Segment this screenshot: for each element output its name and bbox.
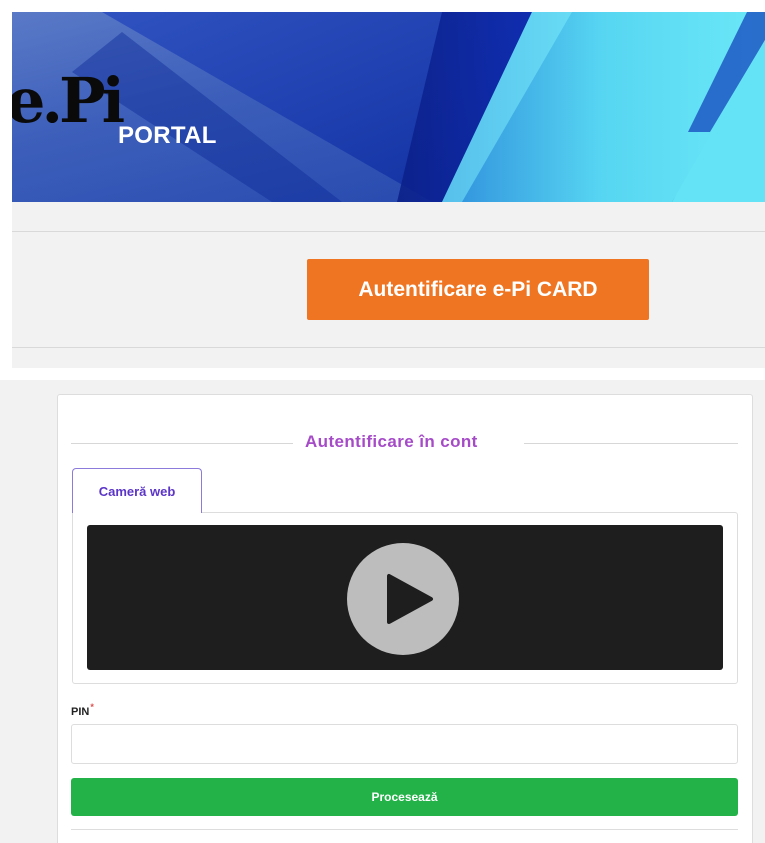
portal-header-section: e.Pi PORTAL Autentificare e-Pi CARD [12, 12, 765, 368]
legend-line-right [524, 443, 738, 444]
epi-logo: e.Pi [12, 64, 125, 137]
divider-line [12, 347, 765, 348]
portal-label: PORTAL [118, 122, 217, 149]
divider-line [12, 231, 765, 232]
login-title: Autentificare în cont [305, 432, 478, 452]
play-icon[interactable] [347, 543, 459, 655]
legend-line-left [71, 443, 293, 444]
login-section: Autentificare în cont Cameră web PIN* Pr… [0, 380, 765, 843]
banner-background [12, 12, 765, 202]
pin-label: PIN* [71, 702, 94, 718]
portal-banner: e.Pi PORTAL [12, 12, 765, 202]
process-button[interactable]: Procesează [71, 778, 738, 816]
divider-line [71, 829, 738, 830]
epi-card-auth-button[interactable]: Autentificare e-Pi CARD [307, 259, 649, 320]
pin-input[interactable] [71, 724, 738, 764]
required-marker: * [90, 702, 94, 712]
tab-webcam[interactable]: Cameră web [72, 468, 202, 513]
